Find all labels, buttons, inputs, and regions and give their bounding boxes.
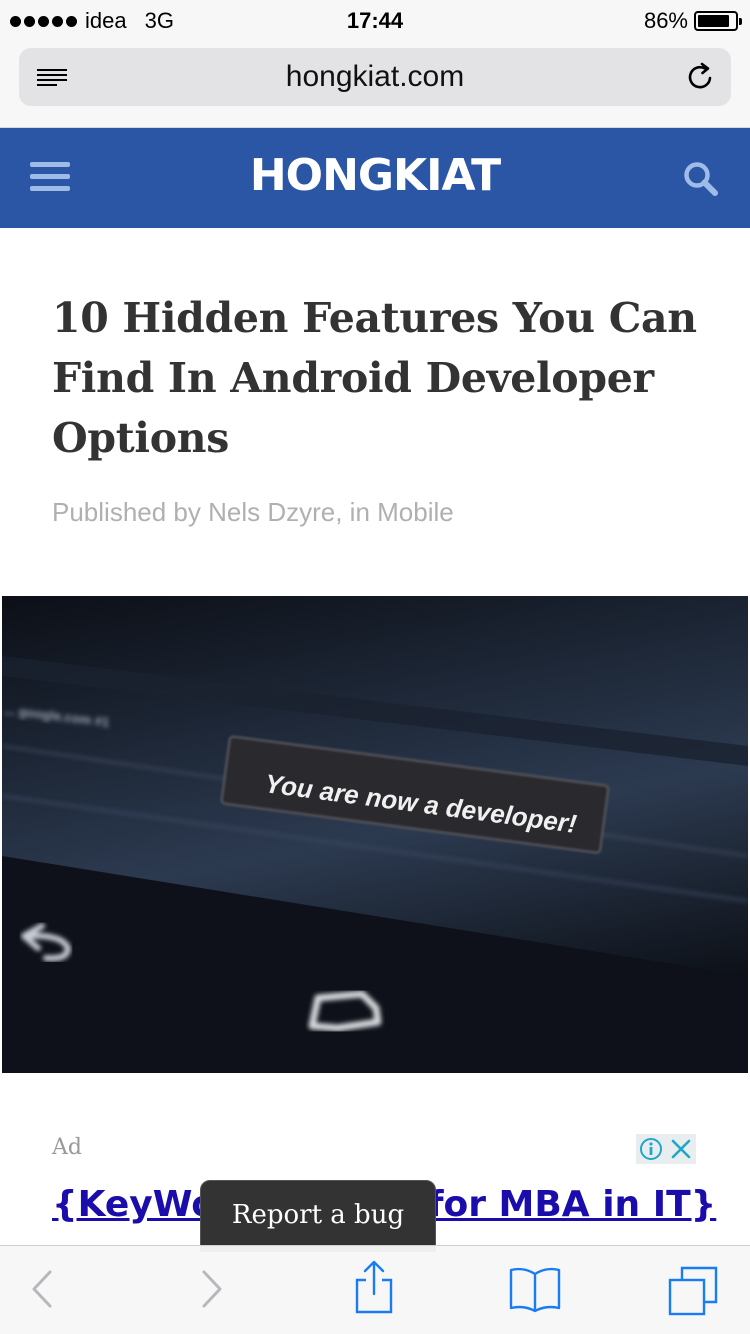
info-icon[interactable] [636, 1134, 666, 1164]
article-hero-image: You are now a developer! ... google.com … [2, 596, 748, 1073]
forward-icon[interactable] [196, 1264, 226, 1314]
share-icon[interactable] [352, 1260, 396, 1316]
article-byline: Published by Nels Dzyre, in Mobile [52, 497, 454, 527]
url-text[interactable]: hongkiat.com [19, 60, 731, 94]
close-icon[interactable] [666, 1134, 696, 1164]
search-icon[interactable] [682, 160, 718, 196]
site-logo[interactable]: HONGKIAT [0, 150, 750, 201]
ad-label: Ad [52, 1135, 82, 1160]
safari-toolbar [0, 1245, 750, 1334]
back-icon[interactable] [28, 1264, 58, 1314]
ad-choices[interactable] [636, 1134, 696, 1164]
battery-icon [694, 11, 742, 31]
browser-address-area: hongkiat.com [0, 40, 750, 128]
reload-icon[interactable] [685, 61, 717, 93]
status-right: 86% [643, 8, 742, 34]
report-bug-button[interactable]: Report a bug [200, 1180, 436, 1252]
article-title: 10 Hidden Features You Can Find In Andro… [52, 294, 697, 462]
bookmarks-icon[interactable] [508, 1264, 562, 1314]
status-bar: idea 3G 17:44 86% [0, 0, 750, 40]
battery-percent: 86% [643, 8, 688, 33]
address-bar[interactable]: hongkiat.com [19, 48, 731, 106]
site-header: HONGKIAT [0, 128, 750, 228]
status-time: 17:44 [346, 8, 404, 33]
tabs-icon[interactable] [668, 1266, 720, 1318]
hero-illustration: You are now a developer! ... google.com … [2, 596, 748, 1073]
